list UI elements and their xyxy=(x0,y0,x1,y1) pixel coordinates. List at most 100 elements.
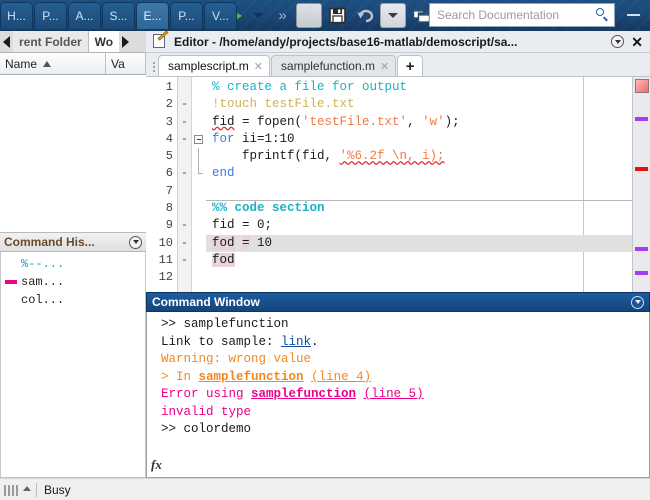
breakpoint-slot[interactable] xyxy=(178,183,191,200)
save-button[interactable] xyxy=(324,3,350,28)
code-editor-area[interactable]: 1 2 3 4 5 6 7 8 9 10 11 12 ------- % create a file … xyxy=(146,76,650,292)
editor-close-button[interactable]: ✕ xyxy=(631,35,643,49)
code-analyzer-status-indicator[interactable] xyxy=(635,79,649,93)
file-list[interactable] xyxy=(0,75,146,236)
code-line[interactable]: fid = 0; xyxy=(206,217,632,234)
breakpoint-gutter[interactable]: ------- xyxy=(178,77,192,292)
command-history-title: Command His... xyxy=(4,235,95,249)
chevron-down-icon xyxy=(388,13,398,18)
command-history-item[interactable]: sam... xyxy=(1,273,145,291)
command-history-item[interactable]: col... xyxy=(1,291,145,309)
fold-slot xyxy=(192,79,206,96)
command-output-link[interactable]: (line 4) xyxy=(311,370,371,384)
breakpoint-slot[interactable] xyxy=(178,148,191,165)
column-header-name[interactable]: Name xyxy=(0,53,106,74)
tab-workspace[interactable]: Wo xyxy=(87,31,120,52)
command-output-link[interactable]: (line 5) xyxy=(364,387,424,401)
code-fold-gutter[interactable] xyxy=(192,77,206,292)
code-token: 10 xyxy=(249,235,273,250)
layout-dropdown-button[interactable] xyxy=(380,3,406,28)
fold-collapse-icon[interactable] xyxy=(194,134,203,144)
ribbon-tab-2[interactable]: A... xyxy=(68,2,101,29)
editor-tab-close-icon[interactable]: ✕ xyxy=(254,60,263,73)
breakpoint-slot[interactable] xyxy=(178,269,191,286)
column-header-value[interactable]: Va xyxy=(106,53,146,74)
column-header-value-label: Va xyxy=(111,56,125,71)
run-advance-button[interactable]: » xyxy=(268,3,294,28)
dock-scroll-left-button[interactable] xyxy=(0,31,13,52)
analyzer-marker-purple[interactable] xyxy=(635,271,648,275)
breakpoint-slot[interactable]: - xyxy=(178,165,191,182)
command-history-item-label: col... xyxy=(21,293,65,307)
code-line[interactable]: % create a file for output xyxy=(206,79,632,96)
code-line[interactable]: fprintf(fid, '%6.2f \n, i); xyxy=(206,148,632,165)
code-line[interactable] xyxy=(206,269,632,286)
code-line[interactable]: fod = 10 xyxy=(206,234,632,252)
command-output-link[interactable]: samplefunction xyxy=(199,370,304,384)
editor-tab-1[interactable]: samplefunction.m ✕ xyxy=(270,55,397,76)
ribbon-tab-6[interactable]: V... xyxy=(204,2,237,29)
status-expand-icon[interactable] xyxy=(23,485,31,491)
editor-tab-label: samplescript.m xyxy=(168,59,249,73)
analyzer-marker-purple[interactable] xyxy=(635,117,648,121)
command-window-options-button[interactable] xyxy=(631,295,644,309)
ribbon-tab-1[interactable]: P... xyxy=(34,2,67,29)
code-token: %% code section xyxy=(212,201,325,216)
analyzer-marker-purple[interactable] xyxy=(635,247,648,251)
breakpoint-slot[interactable]: - xyxy=(178,217,191,234)
code-line[interactable] xyxy=(206,183,632,200)
breakpoint-slot[interactable]: - xyxy=(178,131,191,148)
command-window-line: > In samplefunction (line 4) xyxy=(153,369,649,387)
command-output-link[interactable]: link xyxy=(281,335,311,349)
toolbar-options-dropdown[interactable] xyxy=(622,4,644,26)
command-output-link[interactable]: samplefunction xyxy=(251,387,356,401)
command-window-panel: Command Window >> samplefunction Link to … xyxy=(146,292,650,478)
command-history-list[interactable]: %--... sam... col... xyxy=(0,252,146,478)
command-output-text: Warning: wrong value xyxy=(161,352,312,366)
breakpoint-slot[interactable] xyxy=(178,200,191,217)
editor-tab-close-icon[interactable]: ✕ xyxy=(380,60,389,73)
breakpoint-slot[interactable]: - xyxy=(178,114,191,131)
dock-scroll-right-button[interactable] xyxy=(119,31,133,52)
ribbon-tab-0[interactable]: H... xyxy=(0,2,33,29)
code-analyzer-marker-gutter[interactable] xyxy=(632,77,650,292)
copy-windows-icon xyxy=(412,8,430,23)
search-documentation-box[interactable] xyxy=(429,3,615,27)
line-number: 10 xyxy=(158,235,173,250)
code-line[interactable]: !touch testFile.txt xyxy=(206,96,632,113)
editor-tab-0[interactable]: samplescript.m ✕ xyxy=(158,55,270,76)
command-window-title: Command Window xyxy=(152,295,260,309)
ribbon-tab-3[interactable]: S... xyxy=(102,2,135,29)
command-window-output[interactable]: >> samplefunction Link to sample: link. Wa… xyxy=(146,312,650,478)
resize-grip-icon[interactable] xyxy=(4,483,22,496)
command-history-options-button[interactable] xyxy=(129,235,142,249)
breakpoint-slot[interactable] xyxy=(178,79,191,96)
ribbon-tab-5[interactable]: P... xyxy=(170,2,203,29)
editor-options-button[interactable] xyxy=(611,35,625,48)
line-number: 8 xyxy=(165,201,173,216)
editor-tab-grip[interactable] xyxy=(150,57,158,76)
fx-prompt-icon[interactable]: fx xyxy=(151,457,162,473)
breakpoint-slot[interactable]: - xyxy=(178,235,191,252)
breakpoint-slot[interactable]: - xyxy=(178,96,191,113)
stop-button[interactable] xyxy=(296,3,322,28)
undo-button[interactable] xyxy=(352,3,378,28)
code-line[interactable]: for ii=1:10 xyxy=(206,131,632,148)
new-editor-tab-button[interactable]: + xyxy=(397,55,424,76)
editor-icon xyxy=(153,30,169,49)
code-lines[interactable]: % create a file for output !touch testFil… xyxy=(206,77,632,292)
fold-slot[interactable] xyxy=(192,131,206,148)
breakpoint-slot[interactable]: - xyxy=(178,252,191,269)
code-line[interactable]: fod xyxy=(206,252,632,269)
command-window-line: Link to sample: link. xyxy=(153,334,649,352)
command-history-item-label: sam... xyxy=(21,275,65,289)
code-line[interactable]: end xyxy=(206,165,632,182)
search-input[interactable] xyxy=(437,8,596,22)
ribbon-tab-4[interactable]: E... xyxy=(136,2,169,29)
code-line[interactable]: fid = fopen('testFile.txt', 'w'); xyxy=(206,114,632,131)
tab-current-folder[interactable]: rent Folder xyxy=(13,31,88,52)
run-dropdown-button[interactable] xyxy=(250,3,266,28)
analyzer-marker-red[interactable] xyxy=(635,167,648,171)
code-line[interactable]: %% code section xyxy=(206,200,632,217)
command-history-item[interactable]: %--... xyxy=(1,255,145,273)
